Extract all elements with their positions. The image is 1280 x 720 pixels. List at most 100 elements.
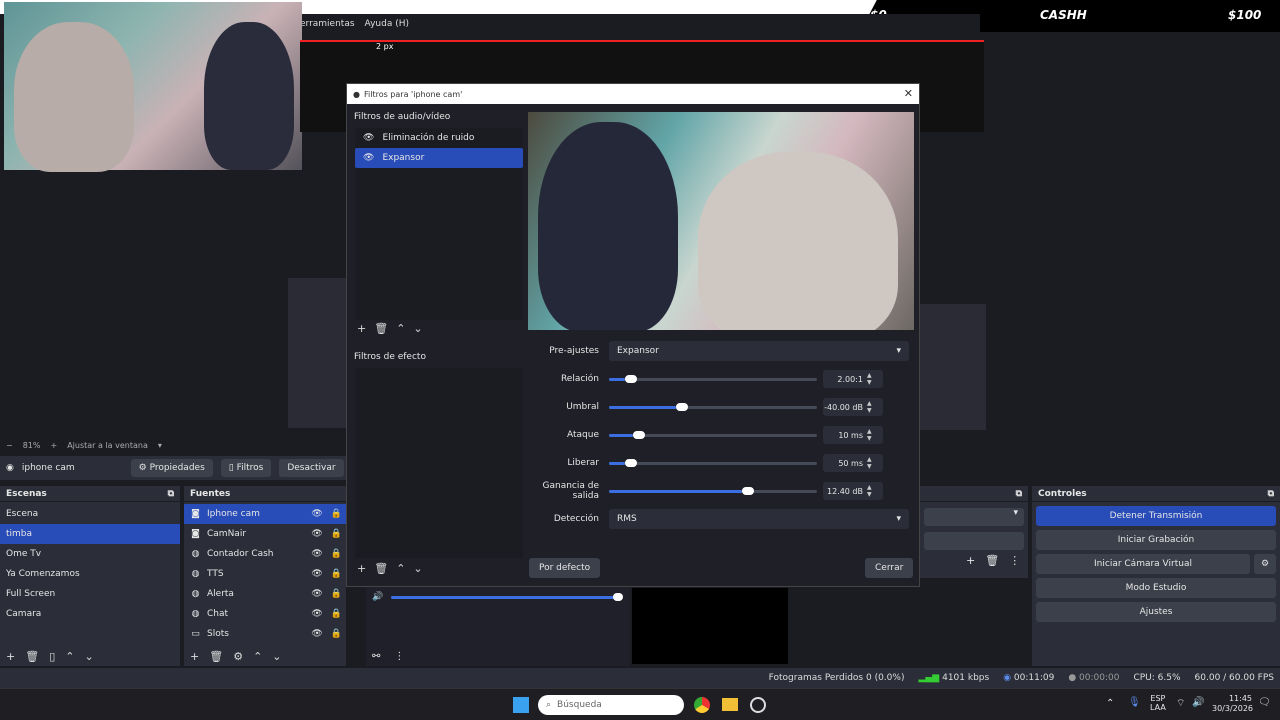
scene-item[interactable]: Full Screen xyxy=(0,584,180,604)
trash-icon[interactable]: 🗑 xyxy=(25,650,39,663)
eye-icon[interactable]: 👁 xyxy=(311,589,322,599)
chrome-icon[interactable] xyxy=(694,697,710,713)
chevron-up-icon[interactable]: ⌃ xyxy=(396,322,405,335)
scene-item[interactable]: Escena xyxy=(0,504,180,524)
threshold-slider[interactable] xyxy=(609,397,817,417)
zoom-plus[interactable]: + xyxy=(50,441,57,450)
attack-slider[interactable] xyxy=(609,425,817,445)
eye-icon[interactable]: 👁 xyxy=(311,609,322,619)
lock-icon[interactable]: 🔒 xyxy=(331,589,342,599)
undock-icon[interactable]: ⧉ xyxy=(1268,489,1274,499)
menu-tools[interactable]: erramientas xyxy=(300,19,355,29)
add-icon[interactable]: + xyxy=(357,322,366,335)
mic-icon[interactable]: 🎙 xyxy=(1128,697,1141,708)
taskbar-search[interactable]: ⌕ Búsqueda xyxy=(538,695,684,715)
source-item[interactable]: ▭ Slots 👁 🔒 xyxy=(184,624,346,644)
obs-icon[interactable] xyxy=(750,697,766,713)
chevron-down-icon[interactable]: ⌄ xyxy=(84,650,93,663)
trash-icon[interactable]: 🗑 xyxy=(985,554,999,567)
chevron-up-icon[interactable]: ⌃ xyxy=(396,562,405,575)
folder-icon[interactable] xyxy=(722,698,738,711)
output-gain-spinbox[interactable]: 12.40 dB ▲ ▼ xyxy=(823,482,883,500)
trash-icon[interactable]: 🗑 xyxy=(374,562,388,575)
add-icon[interactable]: + xyxy=(357,562,366,575)
detection-dropdown[interactable]: RMS ▾ xyxy=(609,509,909,529)
source-item[interactable]: ◙ Iphone cam 👁 🔒 xyxy=(184,504,346,524)
filter-item-noise[interactable]: 👁 Eliminación de ruido xyxy=(355,128,523,148)
settings-button[interactable]: Ajustes xyxy=(1036,602,1276,622)
lock-icon[interactable]: 🔒 xyxy=(331,629,342,639)
add-icon[interactable]: + xyxy=(190,650,199,663)
chevron-down-icon[interactable]: ⌄ xyxy=(413,322,422,335)
scene-item[interactable]: Camara xyxy=(0,604,180,624)
trash-icon[interactable]: 🗑 xyxy=(374,322,388,335)
threshold-spinbox[interactable]: -40.00 dB ▲ ▼ xyxy=(823,398,883,416)
source-item[interactable]: ◍ Chat 👁 🔒 xyxy=(184,604,346,624)
source-item[interactable]: ◍ Alerta 👁 🔒 xyxy=(184,584,346,604)
filter-icon[interactable]: ▯ xyxy=(49,650,55,663)
wifi-icon[interactable]: ⌔ xyxy=(1176,697,1185,710)
properties-button[interactable]: ⚙ Propiedades xyxy=(130,459,213,477)
release-slider[interactable] xyxy=(609,453,817,473)
defaults-button[interactable]: Por defecto xyxy=(529,558,601,578)
lock-icon[interactable]: 🔒 xyxy=(331,609,342,619)
undock-icon[interactable]: ⧉ xyxy=(1016,489,1022,499)
menu-help[interactable]: Ayuda (H) xyxy=(365,19,409,29)
source-item[interactable]: ◍ Contador Cash 👁 🔒 xyxy=(184,544,346,564)
filters-button[interactable]: ▯ Filtros xyxy=(220,459,272,477)
chevron-down-icon[interactable]: ▾ xyxy=(158,441,162,450)
start-recording-button[interactable]: Iniciar Grabación xyxy=(1036,530,1276,550)
volume-slider[interactable] xyxy=(391,592,624,601)
close-icon[interactable]: ✕ xyxy=(904,87,913,100)
eye-icon[interactable]: 👁 xyxy=(363,153,374,163)
eye-icon[interactable]: 👁 xyxy=(311,529,322,539)
volume-icon[interactable]: 🔊 xyxy=(1192,697,1204,708)
volume-icon[interactable]: 🔊 xyxy=(372,592,383,602)
output-gain-slider[interactable] xyxy=(609,481,817,501)
trash-icon[interactable]: 🗑 xyxy=(209,650,223,663)
lock-icon[interactable]: 🔒 xyxy=(331,529,342,539)
chevron-down-icon[interactable]: ⌄ xyxy=(413,562,422,575)
source-item[interactable]: ◙ CamNair 👁 🔒 xyxy=(184,524,346,544)
attack-spinbox[interactable]: 10 ms ▲ ▼ xyxy=(823,426,883,444)
eye-icon[interactable]: 👁 xyxy=(311,509,322,519)
add-icon[interactable]: + xyxy=(966,554,975,567)
filter-item-expander[interactable]: 👁 Expansor xyxy=(355,148,523,168)
notification-icon[interactable]: 🗨 xyxy=(1258,697,1271,708)
stop-stream-button[interactable]: Detener Transmisión xyxy=(1036,506,1276,526)
chevron-up-icon[interactable]: ⌃ xyxy=(65,650,74,663)
eye-icon[interactable]: 👁 xyxy=(311,629,322,639)
undock-icon[interactable]: ⧉ xyxy=(168,489,174,499)
ratio-slider[interactable] xyxy=(609,369,817,389)
start-virtual-cam-button[interactable]: Iniciar Cámara Virtual xyxy=(1036,554,1250,574)
chevron-down-icon[interactable]: ⌄ xyxy=(272,650,281,663)
menu-dots-icon[interactable]: ⋮ xyxy=(394,651,404,662)
link-icon[interactable]: ⚯ xyxy=(372,651,380,662)
release-spinbox[interactable]: 50 ms ▲ ▼ xyxy=(823,454,883,472)
eye-icon[interactable]: 👁 xyxy=(363,133,374,143)
gear-icon[interactable]: ⚙ xyxy=(1254,554,1276,574)
source-item[interactable]: ◍ TTS 👁 🔒 xyxy=(184,564,346,584)
chevron-up-icon[interactable]: ⌃ xyxy=(1106,698,1114,709)
chevron-up-icon[interactable]: ⌃ xyxy=(253,650,262,663)
scene-item[interactable]: Ya Comenzamos xyxy=(0,564,180,584)
zoom-minus[interactable]: − xyxy=(6,441,13,450)
eye-icon[interactable]: 👁 xyxy=(311,569,322,579)
disable-button[interactable]: Desactivar xyxy=(279,459,344,477)
scene-item[interactable]: Ome Tv xyxy=(0,544,180,564)
transition-select[interactable]: ▾ xyxy=(924,508,1024,526)
close-button[interactable]: Cerrar xyxy=(865,558,914,578)
presets-dropdown[interactable]: Expansor ▾ xyxy=(609,341,909,361)
language-indicator[interactable]: ESP LAA xyxy=(1150,694,1166,712)
studio-mode-button[interactable]: Modo Estudio xyxy=(1036,578,1276,598)
menu-dots-icon[interactable]: ⋮ xyxy=(1009,554,1020,567)
duration-spin[interactable] xyxy=(924,532,1024,550)
fit-window[interactable]: Ajustar a la ventana xyxy=(67,441,148,450)
eye-icon[interactable]: 👁 xyxy=(311,549,322,559)
lock-icon[interactable]: 🔒 xyxy=(331,569,342,579)
ratio-spinbox[interactable]: 2.00:1 ▲ ▼ xyxy=(823,370,883,388)
lock-icon[interactable]: 🔒 xyxy=(331,549,342,559)
windows-start-icon[interactable] xyxy=(513,697,529,713)
add-icon[interactable]: + xyxy=(6,650,15,663)
gear-icon[interactable]: ⚙ xyxy=(233,650,243,663)
